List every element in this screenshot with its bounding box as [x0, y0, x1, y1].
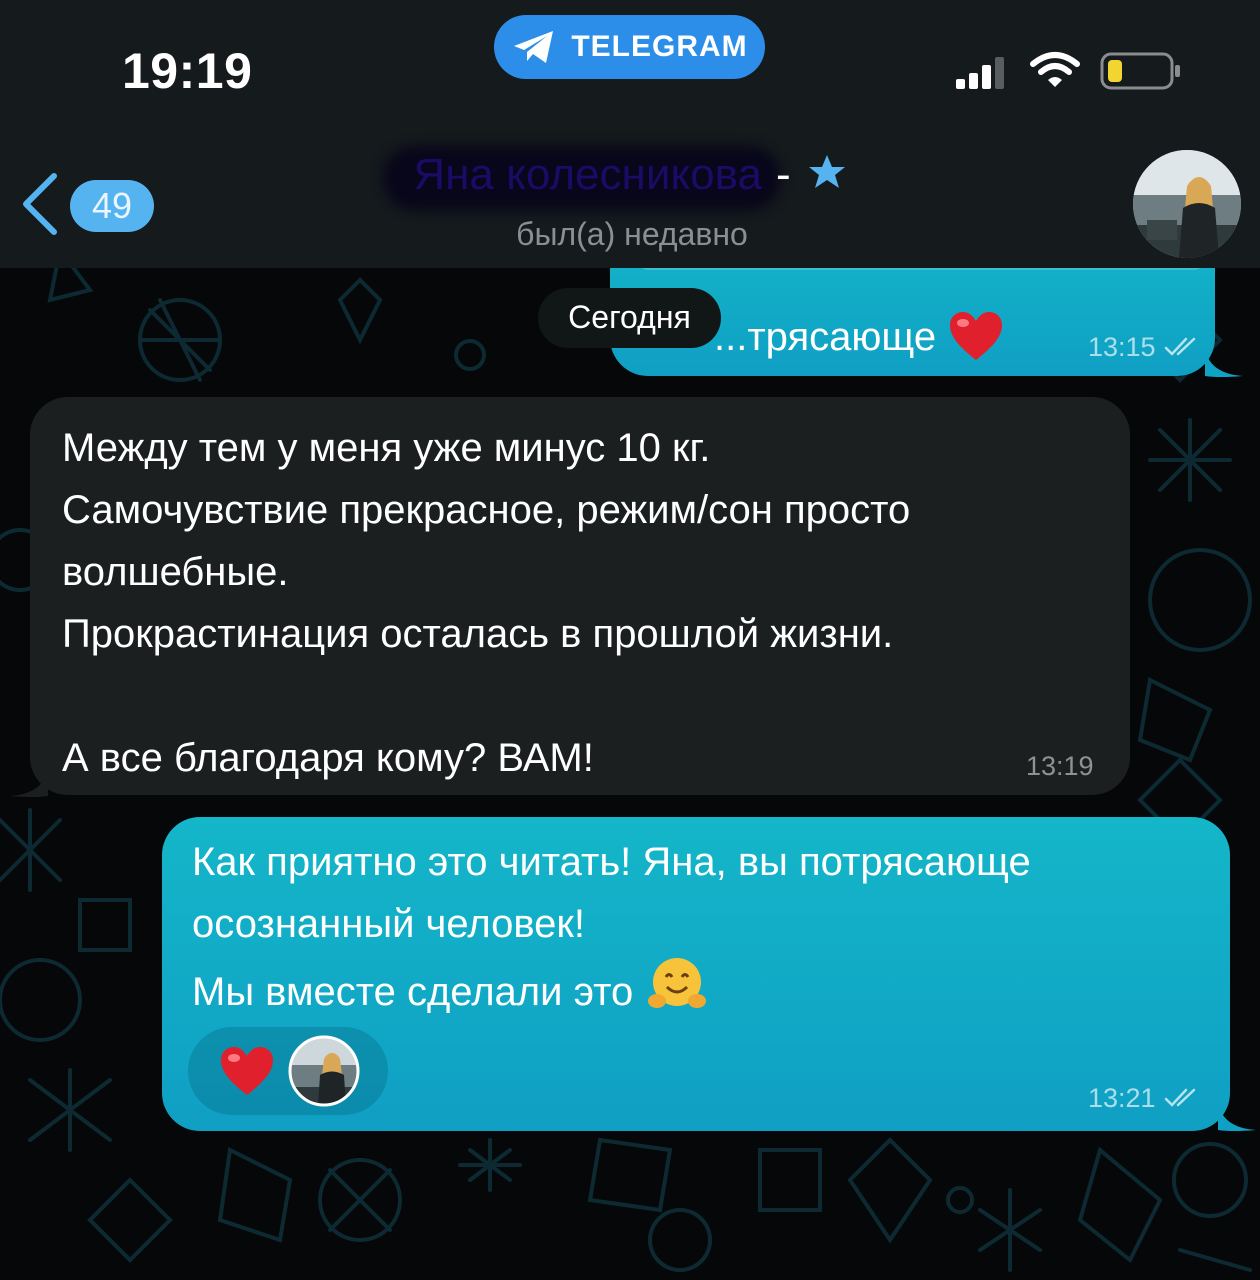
message-time: 13:19	[1026, 751, 1094, 781]
hugging-face-icon	[648, 958, 707, 1008]
title-dash: -	[775, 150, 791, 199]
battery-low-icon	[1100, 52, 1180, 90]
chat-header: 49 Яна колесникова - был(а) недавно	[0, 130, 1260, 268]
outgoing-message[interactable]: Как приятно это читать! Яна, вы потрясаю…	[162, 817, 1230, 1131]
heart-reaction-icon[interactable]	[218, 1045, 276, 1097]
chat-title[interactable]: Яна колесникова -	[0, 146, 1260, 210]
read-checkmarks-icon	[1164, 1088, 1195, 1107]
message-text: Между тем у меня уже минус 10 кг. Самочу…	[62, 426, 911, 780]
message-text: Как приятно это читать! Яна, вы потрясаю…	[192, 840, 1031, 1014]
contact-name: Яна колесникова	[413, 150, 762, 199]
last-seen-status: был(а) недавно	[516, 216, 748, 252]
date-separator: Сегодня	[538, 288, 721, 348]
avatar-photo	[1133, 150, 1241, 258]
reactor-avatar[interactable]	[288, 1035, 360, 1107]
message-time: 13:21	[1088, 1083, 1202, 1114]
message-reactions[interactable]	[188, 1027, 388, 1115]
telegram-pill-label: TELEGRAM	[571, 30, 748, 63]
telegram-plane-icon	[514, 31, 554, 63]
status-time: 19:19	[122, 43, 253, 99]
signal-icon	[956, 57, 1004, 89]
contact-avatar[interactable]	[1133, 150, 1241, 258]
read-checkmarks-icon	[1164, 337, 1195, 356]
heart-icon	[950, 312, 1003, 360]
telegram-app-pill[interactable]: TELEGRAM	[494, 15, 765, 79]
star-icon	[808, 155, 845, 188]
message-time: 13:15	[1088, 332, 1202, 363]
bubble-tail	[1205, 350, 1243, 377]
wifi-icon	[1030, 52, 1080, 87]
bubble-tail	[10, 770, 48, 797]
incoming-message[interactable]: Между тем у меня уже минус 10 кг. Самочу…	[30, 397, 1130, 795]
message-text: ...трясающе	[714, 310, 1004, 362]
bubble-tail	[1218, 1104, 1256, 1131]
status-bar: 19:19 TELEGRAM	[0, 0, 1260, 130]
